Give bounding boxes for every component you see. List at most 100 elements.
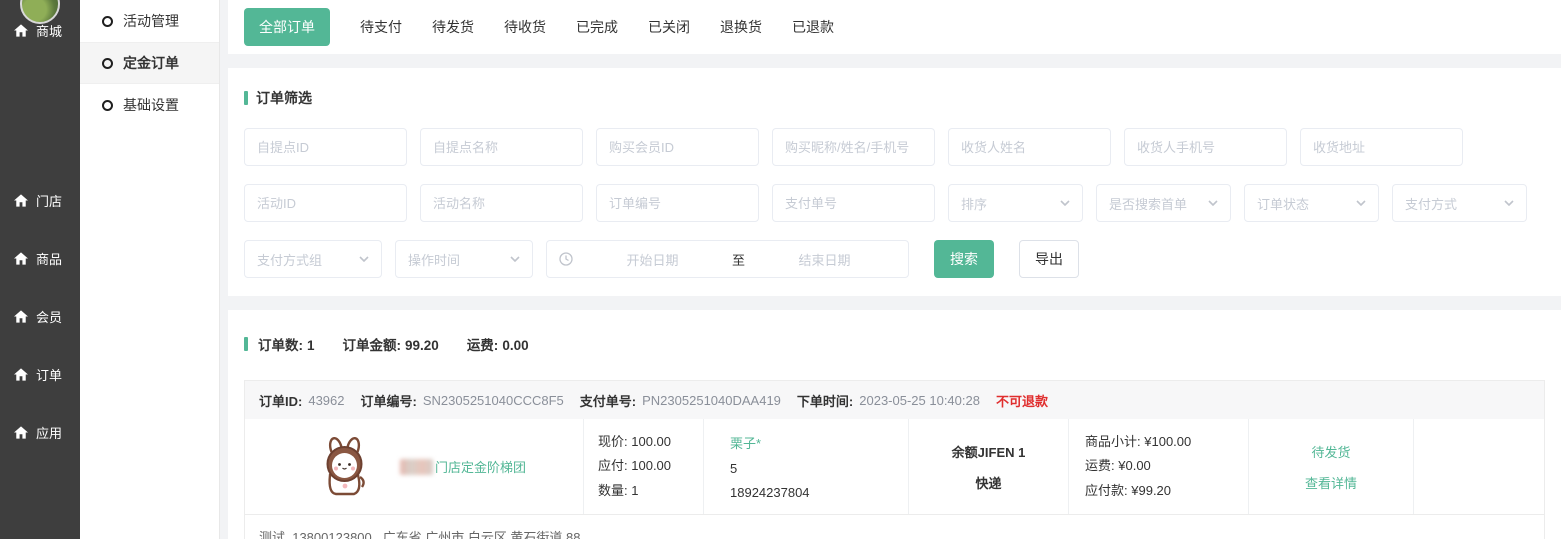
price-cell: 现价: 100.00 应付: 100.00 数量: 1 (584, 419, 704, 514)
order-id-value: 43962 (308, 393, 344, 408)
filter-title-row: 订单筛选 (244, 88, 1545, 108)
chevron-down-icon (1208, 200, 1218, 206)
primary-sidebar: 商城 门店 商品 会员 订单 应用 (0, 0, 80, 539)
buyer-nickname-input[interactable] (772, 128, 935, 166)
tab-refunded[interactable]: 已退款 (792, 17, 834, 37)
product-cell: 门店定金阶梯团 (245, 419, 584, 514)
current-price: 现价: 100.00 (598, 430, 703, 454)
chevron-down-icon (1356, 200, 1366, 206)
order-freight: 运费:0.00 (467, 334, 529, 354)
operation-time-select[interactable]: 操作时间 (395, 240, 533, 278)
date-range-picker[interactable]: 开始日期 至 结束日期 (546, 240, 909, 278)
order-header: 订单ID: 43962 订单编号: SN2305251040CCC8F5 支付单… (245, 381, 1544, 419)
order-freight-value: 0.00 (502, 338, 528, 353)
sidebar-item-goods[interactable]: 商品 (0, 248, 80, 268)
order-status-select[interactable]: 订单状态 (1244, 184, 1379, 222)
submenu-item-basic-settings[interactable]: 基础设置 (80, 84, 219, 126)
buyer-member-id-input[interactable] (596, 128, 759, 166)
receiver-address-input[interactable] (1300, 128, 1463, 166)
receiver-name-input[interactable] (948, 128, 1111, 166)
tab-pending-payment[interactable]: 待支付 (360, 17, 402, 37)
tab-pending-shipment[interactable]: 待发货 (432, 17, 474, 37)
sidebar-item-label: 订单 (36, 365, 62, 384)
sidebar-item-apps[interactable]: 应用 (0, 422, 80, 442)
submenu-item-label: 定金订单 (123, 53, 179, 73)
subtotal-value: ¥100.00 (1144, 434, 1191, 449)
payable-value: ¥99.20 (1131, 483, 1171, 498)
orders-summary: 订单数:1 订单金额:99.20 运费:0.00 (244, 334, 1545, 354)
home-icon (14, 426, 28, 439)
subtotal: 商品小计: ¥100.00 (1085, 430, 1248, 454)
select-placeholder: 支付方式 (1405, 194, 1457, 213)
tab-pending-receipt[interactable]: 待收货 (504, 17, 546, 37)
product-name-link[interactable]: 门店定金阶梯团 (435, 460, 526, 475)
status-cell: 待发货 查看详情 (1249, 419, 1414, 514)
search-button[interactable]: 搜索 (934, 240, 994, 278)
pickup-id-input[interactable] (244, 128, 407, 166)
submenu-item-label: 基础设置 (123, 95, 179, 115)
order-time-value: 2023-05-25 10:40:28 (859, 393, 980, 408)
sidebar-item-label: 商品 (36, 249, 62, 268)
chevron-down-icon (510, 256, 520, 262)
order-tabs: 全部订单 待支付 待发货 待收货 已完成 已关闭 退换货 已退款 (228, 0, 1561, 54)
submenu-item-deposit-orders[interactable]: 定金订单 (80, 42, 219, 84)
first-order-select[interactable]: 是否搜索首单 (1096, 184, 1231, 222)
payment-group-select[interactable]: 支付方式组 (244, 240, 382, 278)
sort-select[interactable]: 排序 (948, 184, 1083, 222)
tab-closed[interactable]: 已关闭 (648, 17, 690, 37)
buyer-nickname-link[interactable]: 栗子* (730, 433, 908, 452)
home-icon (14, 194, 28, 207)
sidebar-item-label: 应用 (36, 423, 62, 442)
order-count-value: 1 (307, 338, 315, 353)
payment-method-select[interactable]: 支付方式 (1392, 184, 1527, 222)
circle-icon (102, 16, 113, 27)
circle-icon (102, 100, 113, 111)
order-sn-label: 订单编号: (361, 391, 417, 410)
activity-name-input[interactable] (420, 184, 583, 222)
tab-returns[interactable]: 退换货 (720, 17, 762, 37)
view-details-link[interactable]: 查看详情 (1305, 473, 1357, 492)
pickup-name-input[interactable] (420, 128, 583, 166)
buyer-cell: 栗子* 5 18924237804 (704, 419, 909, 514)
home-icon (14, 24, 28, 37)
order-sn-input[interactable] (596, 184, 759, 222)
sidebar-item-orders[interactable]: 订单 (0, 364, 80, 384)
freight-label: 运费: (1085, 458, 1115, 473)
order-amount-label: 订单金额: (343, 338, 402, 353)
payment-delivery-cell: 余额JIFEN 1 快递 (909, 419, 1069, 514)
orders-panel: 订单数:1 订单金额:99.20 运费:0.00 订单ID: 43962 订单编… (228, 310, 1561, 539)
payment-sn-input[interactable] (772, 184, 935, 222)
payment-sn-value: PN2305251040DAA419 (642, 393, 781, 408)
order-count: 订单数:1 (258, 334, 315, 354)
censored-text-block (400, 459, 433, 475)
date-range-separator: 至 (732, 250, 745, 269)
empty-cell (1414, 419, 1544, 514)
activity-id-input[interactable] (244, 184, 407, 222)
product-name[interactable]: 门店定金阶梯团 (400, 457, 526, 476)
export-button[interactable]: 导出 (1019, 240, 1079, 278)
order-card: 订单ID: 43962 订单编号: SN2305251040CCC8F5 支付单… (244, 380, 1545, 539)
product-image (316, 437, 374, 497)
start-date-placeholder[interactable]: 开始日期 (581, 250, 724, 269)
sidebar-item-members[interactable]: 会员 (0, 306, 80, 326)
current-price-label: 现价: (598, 434, 628, 449)
due-price: 应付: 100.00 (598, 454, 703, 478)
current-price-value: 100.00 (631, 434, 671, 449)
receiver-phone-input[interactable] (1124, 128, 1287, 166)
order-time-label: 下单时间: (797, 391, 853, 410)
filter-row-2: 排序 是否搜索首单 订单状态 支付方式 (244, 184, 1545, 222)
home-icon (14, 310, 28, 323)
tab-completed[interactable]: 已完成 (576, 17, 618, 37)
select-placeholder: 支付方式组 (257, 250, 322, 269)
submenu-item-activity-management[interactable]: 活动管理 (80, 0, 219, 42)
select-placeholder: 订单状态 (1257, 194, 1309, 213)
tab-all-orders[interactable]: 全部订单 (244, 8, 330, 46)
no-refund-badge: 不可退款 (996, 391, 1048, 410)
order-sn-value: SN2305251040CCC8F5 (423, 393, 564, 408)
spacer (228, 54, 1561, 68)
freight-value: ¥0.00 (1118, 458, 1151, 473)
filter-row-1 (244, 128, 1545, 166)
end-date-placeholder[interactable]: 结束日期 (753, 250, 896, 269)
buyer-phone: 18924237804 (730, 485, 908, 500)
sidebar-item-store[interactable]: 门店 (0, 190, 80, 210)
